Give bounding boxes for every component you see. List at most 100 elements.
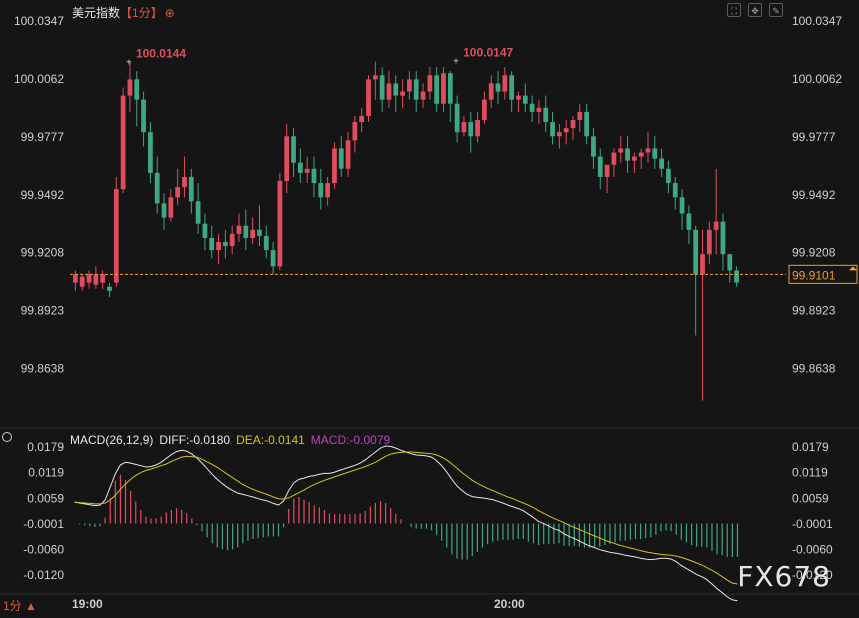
candle-body	[693, 229, 699, 275]
period-toggle[interactable]: 1分 ▲	[3, 597, 37, 614]
candle-body	[611, 152, 617, 165]
macd-y-tick-left: -0.0060	[23, 542, 64, 556]
chart-stage: 100.0347 100.0347 100.0062 100.0062 99.9777 9…	[0, 0, 859, 613]
candle-body	[666, 168, 671, 184]
candle-body	[154, 172, 160, 204]
y-tick-right: 99.8638	[792, 361, 836, 375]
macd-dea: DEA:-0.0141	[236, 433, 305, 447]
y-tick-left: 99.8638	[21, 361, 65, 375]
candle-body	[441, 73, 446, 104]
interval-label[interactable]: 【1分】	[120, 6, 163, 20]
candle-body	[543, 107, 549, 123]
candle-body	[332, 148, 337, 184]
macd-y-tick-left: 0.0119	[28, 466, 64, 480]
candle-body	[495, 83, 501, 92]
candle-body	[86, 274, 92, 283]
draw-icon[interactable]: ✎	[769, 3, 783, 17]
candle-body	[311, 168, 317, 184]
candle-body	[79, 276, 85, 287]
candle-body	[706, 229, 712, 255]
instrument-title: 美元指数	[72, 6, 121, 20]
candle-body	[713, 221, 719, 230]
candle-body	[188, 176, 194, 202]
candle-body	[550, 122, 555, 137]
candle-body	[434, 75, 440, 104]
y-tick-right: 99.8923	[792, 304, 836, 318]
candle-body	[570, 120, 576, 129]
y-tick-left: 99.9208	[21, 246, 65, 260]
candle-body	[468, 122, 474, 137]
candle-body	[304, 168, 310, 173]
macd-y-tick-left: 0.0059	[27, 491, 64, 505]
candle-body	[222, 241, 228, 247]
candle-body	[393, 83, 399, 96]
candle-body	[679, 197, 685, 214]
macd-y-tick-left: -0.0120	[23, 568, 64, 582]
candle-body	[209, 237, 215, 251]
candle-body	[216, 241, 221, 251]
candle-body	[107, 286, 112, 291]
dea-line	[74, 451, 738, 585]
annotation-marker: +	[453, 57, 459, 68]
candle-body	[454, 103, 460, 133]
candle-body	[359, 115, 365, 123]
move-icon[interactable]: ✥	[748, 3, 762, 17]
macd-y-tick-left: -0.0001	[23, 517, 64, 531]
indicator-settings-icon[interactable]	[2, 432, 12, 442]
candle-body	[447, 73, 453, 104]
candle-body	[488, 83, 494, 100]
candle-body	[257, 229, 262, 236]
candle-body	[113, 189, 119, 283]
macd-y-tick-right: 0.0179	[792, 440, 829, 454]
candle-body	[529, 103, 535, 112]
candle-body	[502, 75, 508, 92]
macd-y-tick-right: -0.0001	[792, 517, 833, 531]
candle-body	[625, 148, 630, 161]
chart-svg[interactable]: 100.0347 100.0347 100.0062 100.0062 99.9777 9…	[0, 0, 859, 613]
watermark-logo: FX678	[737, 560, 831, 593]
macd-y-tick-left: 0.0179	[27, 440, 64, 454]
macd-value: MACD:-0.0079	[310, 433, 391, 447]
candle-body	[148, 132, 153, 173]
candle-body	[720, 221, 726, 255]
candle-body	[297, 162, 303, 173]
candle-body	[482, 99, 487, 121]
candle-body	[509, 75, 515, 100]
y-tick-right: 100.0062	[792, 72, 842, 86]
macd-params: MACD(26,12,9)	[70, 433, 154, 447]
y-tick-right: 99.9208	[792, 246, 836, 260]
candle-body	[597, 156, 603, 177]
candle-body	[379, 75, 385, 100]
candle-body	[727, 254, 733, 271]
fullscreen-icon[interactable]: ⛶	[727, 3, 741, 17]
macd-y-tick-right: -0.0060	[792, 542, 833, 556]
candle-body	[229, 233, 235, 247]
candle-body	[516, 95, 521, 100]
candle-body	[291, 136, 296, 163]
candle-body	[263, 235, 269, 251]
candle-body	[591, 136, 596, 157]
y-tick-left: 99.9492	[21, 188, 65, 202]
candle-body	[141, 99, 146, 133]
candle-body	[584, 111, 590, 137]
candle-body	[700, 254, 705, 275]
candle-body	[325, 183, 330, 198]
candle-body	[352, 122, 358, 141]
candle-body	[577, 111, 583, 121]
y-tick-left: 99.9777	[21, 130, 65, 144]
candle-body	[93, 274, 99, 285]
candle-body	[134, 79, 140, 100]
candle-body	[631, 156, 637, 161]
candle-body	[175, 187, 181, 198]
y-tick-right: 99.9777	[792, 130, 836, 144]
candle-body	[475, 120, 480, 137]
candle-body	[536, 107, 542, 112]
candle-body	[100, 274, 106, 283]
x-tick: 19:00	[72, 597, 103, 611]
candle-body	[120, 95, 126, 190]
candle-body	[372, 75, 378, 80]
y-tick-right: 99.9492	[792, 188, 836, 202]
y-tick-left: 100.0062	[14, 72, 64, 86]
crosshair-target-icon[interactable]: ⊕	[165, 6, 175, 20]
candle-body	[161, 203, 167, 218]
